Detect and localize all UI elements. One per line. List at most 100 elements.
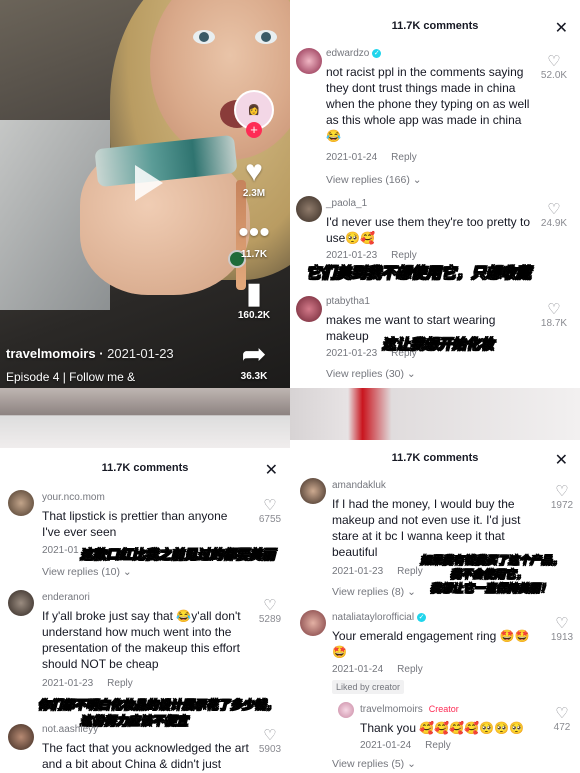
comment-username[interactable]: _paola_1 [326,198,367,209]
close-icon[interactable]: ✕ [555,18,568,38]
like-count: 24.9K [540,218,568,229]
avatar[interactable] [296,48,322,74]
heart-icon[interactable]: ♡ [534,200,574,218]
avatar[interactable] [8,590,34,616]
view-replies-button[interactable]: View replies (10) ⌄ [42,566,132,578]
reply-button[interactable]: Reply [107,678,133,689]
comments-header: 11.7K comments ✕ [290,452,580,469]
video-frame[interactable]: 👩 + ♥ 2.3M ••• 11.7K ▮ 160.2K ➦ 36.3K tr… [0,0,290,388]
like-count: 472 [553,722,571,733]
like-count: 6755 [258,514,282,525]
avatar[interactable] [296,196,322,222]
avatar[interactable] [8,490,34,516]
comments-title: 11.7K comments [391,20,479,32]
comment-meta: 2021-01-24 Reply [360,740,451,751]
heart-icon[interactable]: ♡ [534,52,574,70]
comment-meta: 2021-01-23 Reply [332,566,423,577]
like-count: 5903 [258,744,282,755]
like-count: 5289 [258,614,282,625]
view-replies-button[interactable]: View replies (8) ⌄ [332,586,416,598]
comments-panel-bottom-right: 11.7K comments ✕ amandakluk If I had the… [290,440,580,773]
avatar[interactable] [296,296,322,322]
heart-icon[interactable]: ♡ [542,614,580,632]
heart-icon[interactable]: ♥ [245,156,263,188]
video-actions: 👩 + ♥ 2.3M ••• 11.7K ▮ 160.2K ➦ 36.3K [224,90,284,382]
bookmark-icon[interactable]: ▮ [246,278,263,310]
video-description: Episode 4 | Follow me & [6,370,136,384]
follow-plus-icon[interactable]: + [246,122,262,138]
heart-icon[interactable]: ♡ [250,726,290,744]
comment-count: 11.7K [240,249,268,260]
avatar[interactable] [300,610,326,636]
comments-title: 11.7K comments [391,452,479,464]
collage: 👩 + ♥ 2.3M ••• 11.7K ▮ 160.2K ➦ 36.3K tr… [0,0,580,773]
heart-icon[interactable]: ♡ [542,482,580,500]
comment-icon[interactable]: ••• [238,217,270,249]
like-count: 1913 [550,632,574,643]
comments-panel-bottom-left: 11.7K comments ✕ your.nco.mom That lipst… [0,448,290,773]
comment-username[interactable]: your.nco.mom [42,492,105,503]
video-date: 2021-01-23 [107,346,174,361]
like-count: 2.3M [242,188,266,199]
eye [193,30,215,44]
heart-icon[interactable]: ♡ [250,596,290,614]
comment-text: If I had the money, I would buy the make… [332,497,521,559]
verified-icon: ✓ [417,612,427,622]
view-replies-button[interactable]: View replies (5) ⌄ [332,758,416,770]
liked-by-creator-badge: Liked by creator [332,680,405,694]
chinese-overlay: 你们都不明白化妆品的设计展示花了多少钱， [38,698,279,713]
comments-panel-top-right: 11.7K comments ✕ edwardzo ✓ not racist pp… [290,0,580,388]
reply-button[interactable]: Reply [425,740,451,751]
comments-header: 11.7K comments ✕ [290,20,580,37]
comment-text: Thank you 🥰🥰🥰🥰🥺🥺🥺 [360,721,524,735]
comments-header: 11.7K comments ✕ [0,462,290,479]
close-icon[interactable]: ✕ [265,460,278,480]
comment-text: The fact that you acknowledged the art a… [42,741,249,771]
comment-text: That lipstick is prettier than anyone I'… [42,509,228,539]
chinese-overlay: 它们美到我不想使用它，只想收藏 [306,264,532,283]
comment-username[interactable]: nataliataylorofficial ✓ [332,612,427,623]
reply-button[interactable]: Reply [391,250,417,261]
share-count: 36.3K [240,371,268,382]
comment-username[interactable]: enderanori [42,592,90,603]
share-icon[interactable]: ➦ [241,339,266,371]
like-count: 1972 [550,500,574,511]
comment-text: Your emerald engagement ring 🤩🤩🤩 [332,629,530,659]
reply-button[interactable]: Reply [397,664,423,675]
heart-icon[interactable]: ♡ [542,704,580,722]
comment-meta: 2021-01 [42,545,79,556]
comment-meta: 2021-01-24 Reply [332,664,423,675]
comment-text: I'd never use them they're too pretty to… [326,215,531,245]
like-count: 52.0K [540,70,568,81]
video-username[interactable]: travelmomoirs · 2021-01-23 [6,346,174,361]
like-count: 18.7K [540,318,568,329]
comments-title: 11.7K comments [101,462,189,474]
reply-button[interactable]: Reply [397,566,423,577]
avatar[interactable] [8,724,34,750]
comment-text: not racist ppl in the comments saying th… [326,65,530,143]
view-replies-button[interactable]: View replies (30) ⌄ [326,368,416,380]
chinese-overlay: 我想让它一直保持美丽！ [430,582,552,596]
comment-meta: 2021-01-23 Reply [42,678,133,689]
avatar[interactable] [338,702,354,718]
comment-username[interactable]: amandakluk [332,480,386,491]
close-icon[interactable]: ✕ [555,450,568,470]
chinese-overlay: 这款口红比我之前见过的都要美丽 [80,548,276,564]
comment-text: If y'all broke just say that 😂y'all don'… [42,609,241,671]
chinese-overlay: 这让我想开始化妆 [382,337,495,354]
comment-username[interactable]: ptabytha1 [326,296,370,307]
video-background-strip [0,388,290,448]
avatar[interactable] [300,478,326,504]
view-replies-button[interactable]: View replies (166) ⌄ [326,174,422,186]
comment-username[interactable]: not.aashleyy [42,724,98,735]
verified-icon: ✓ [372,48,382,58]
comment-username[interactable]: travelmomoirs Creator [360,704,459,715]
play-icon[interactable] [135,165,163,201]
heart-icon[interactable]: ♡ [534,300,574,318]
reply-button[interactable]: Reply [391,152,417,163]
comment-meta: 2021-01-23 Reply [326,250,417,261]
heart-icon[interactable]: ♡ [250,496,290,514]
comment-username[interactable]: edwardzo ✓ [326,48,382,59]
eye [255,30,277,44]
comment-meta: 2021-01-24 Reply [326,152,417,163]
